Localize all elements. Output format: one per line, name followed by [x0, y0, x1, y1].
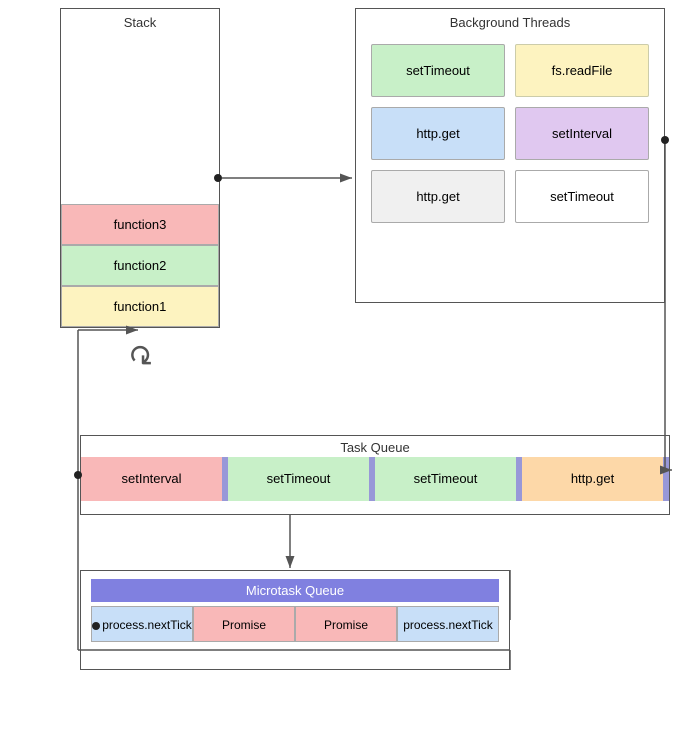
task-queue-label: Task Queue	[81, 436, 669, 457]
tq-divider-4	[663, 457, 669, 501]
mt-item-processnexttick-2: process.nextTick	[397, 606, 499, 642]
mt-item-processnexttick-1: process.nextTick	[91, 606, 193, 642]
microtask-items: process.nextTick Promise Promise process…	[91, 606, 499, 642]
tq-item-setinterval: setInterval	[81, 457, 222, 501]
stack-item-func2: function2	[61, 245, 219, 286]
task-queue-box: Task Queue setInterval setTimeout setTim…	[80, 435, 670, 515]
tq-item-settimeout-2: setTimeout	[375, 457, 516, 501]
bg-threads-box: Background Threads setTimeout fs.readFil…	[355, 8, 665, 303]
stack-item-func3: function3	[61, 204, 219, 245]
stack-items: function3 function2 function1	[61, 204, 219, 327]
bg-threads-label: Background Threads	[356, 9, 664, 34]
stack-label: Stack	[61, 9, 219, 34]
microtask-label: Microtask Queue	[91, 579, 499, 602]
bg-item-settimeout-2: setTimeout	[515, 170, 649, 223]
mt-item-promise-1: Promise	[193, 606, 295, 642]
tq-item-settimeout-1: setTimeout	[228, 457, 369, 501]
task-queue-items: setInterval setTimeout setTimeout http.g…	[81, 457, 669, 501]
stack-box: Stack function3 function2 function1	[60, 8, 220, 328]
bg-item-fsreadfile: fs.readFile	[515, 44, 649, 97]
tq-item-httpget: http.get	[522, 457, 663, 501]
loop-arrow-icon: ↺	[128, 336, 153, 371]
bg-item-settimeout: setTimeout	[371, 44, 505, 97]
bg-item-httpget-1: http.get	[371, 107, 505, 160]
bg-item-httpget-2: http.get	[371, 170, 505, 223]
dot-icon	[92, 622, 100, 630]
microtask-box: Microtask Queue process.nextTick Promise…	[80, 570, 510, 670]
mt-item-promise-2: Promise	[295, 606, 397, 642]
diagram: Stack function3 function2 function1 Back…	[0, 0, 694, 732]
stack-item-func1: function1	[61, 286, 219, 327]
bg-threads-grid: setTimeout fs.readFile http.get setInter…	[356, 34, 664, 233]
bg-item-setinterval: setInterval	[515, 107, 649, 160]
